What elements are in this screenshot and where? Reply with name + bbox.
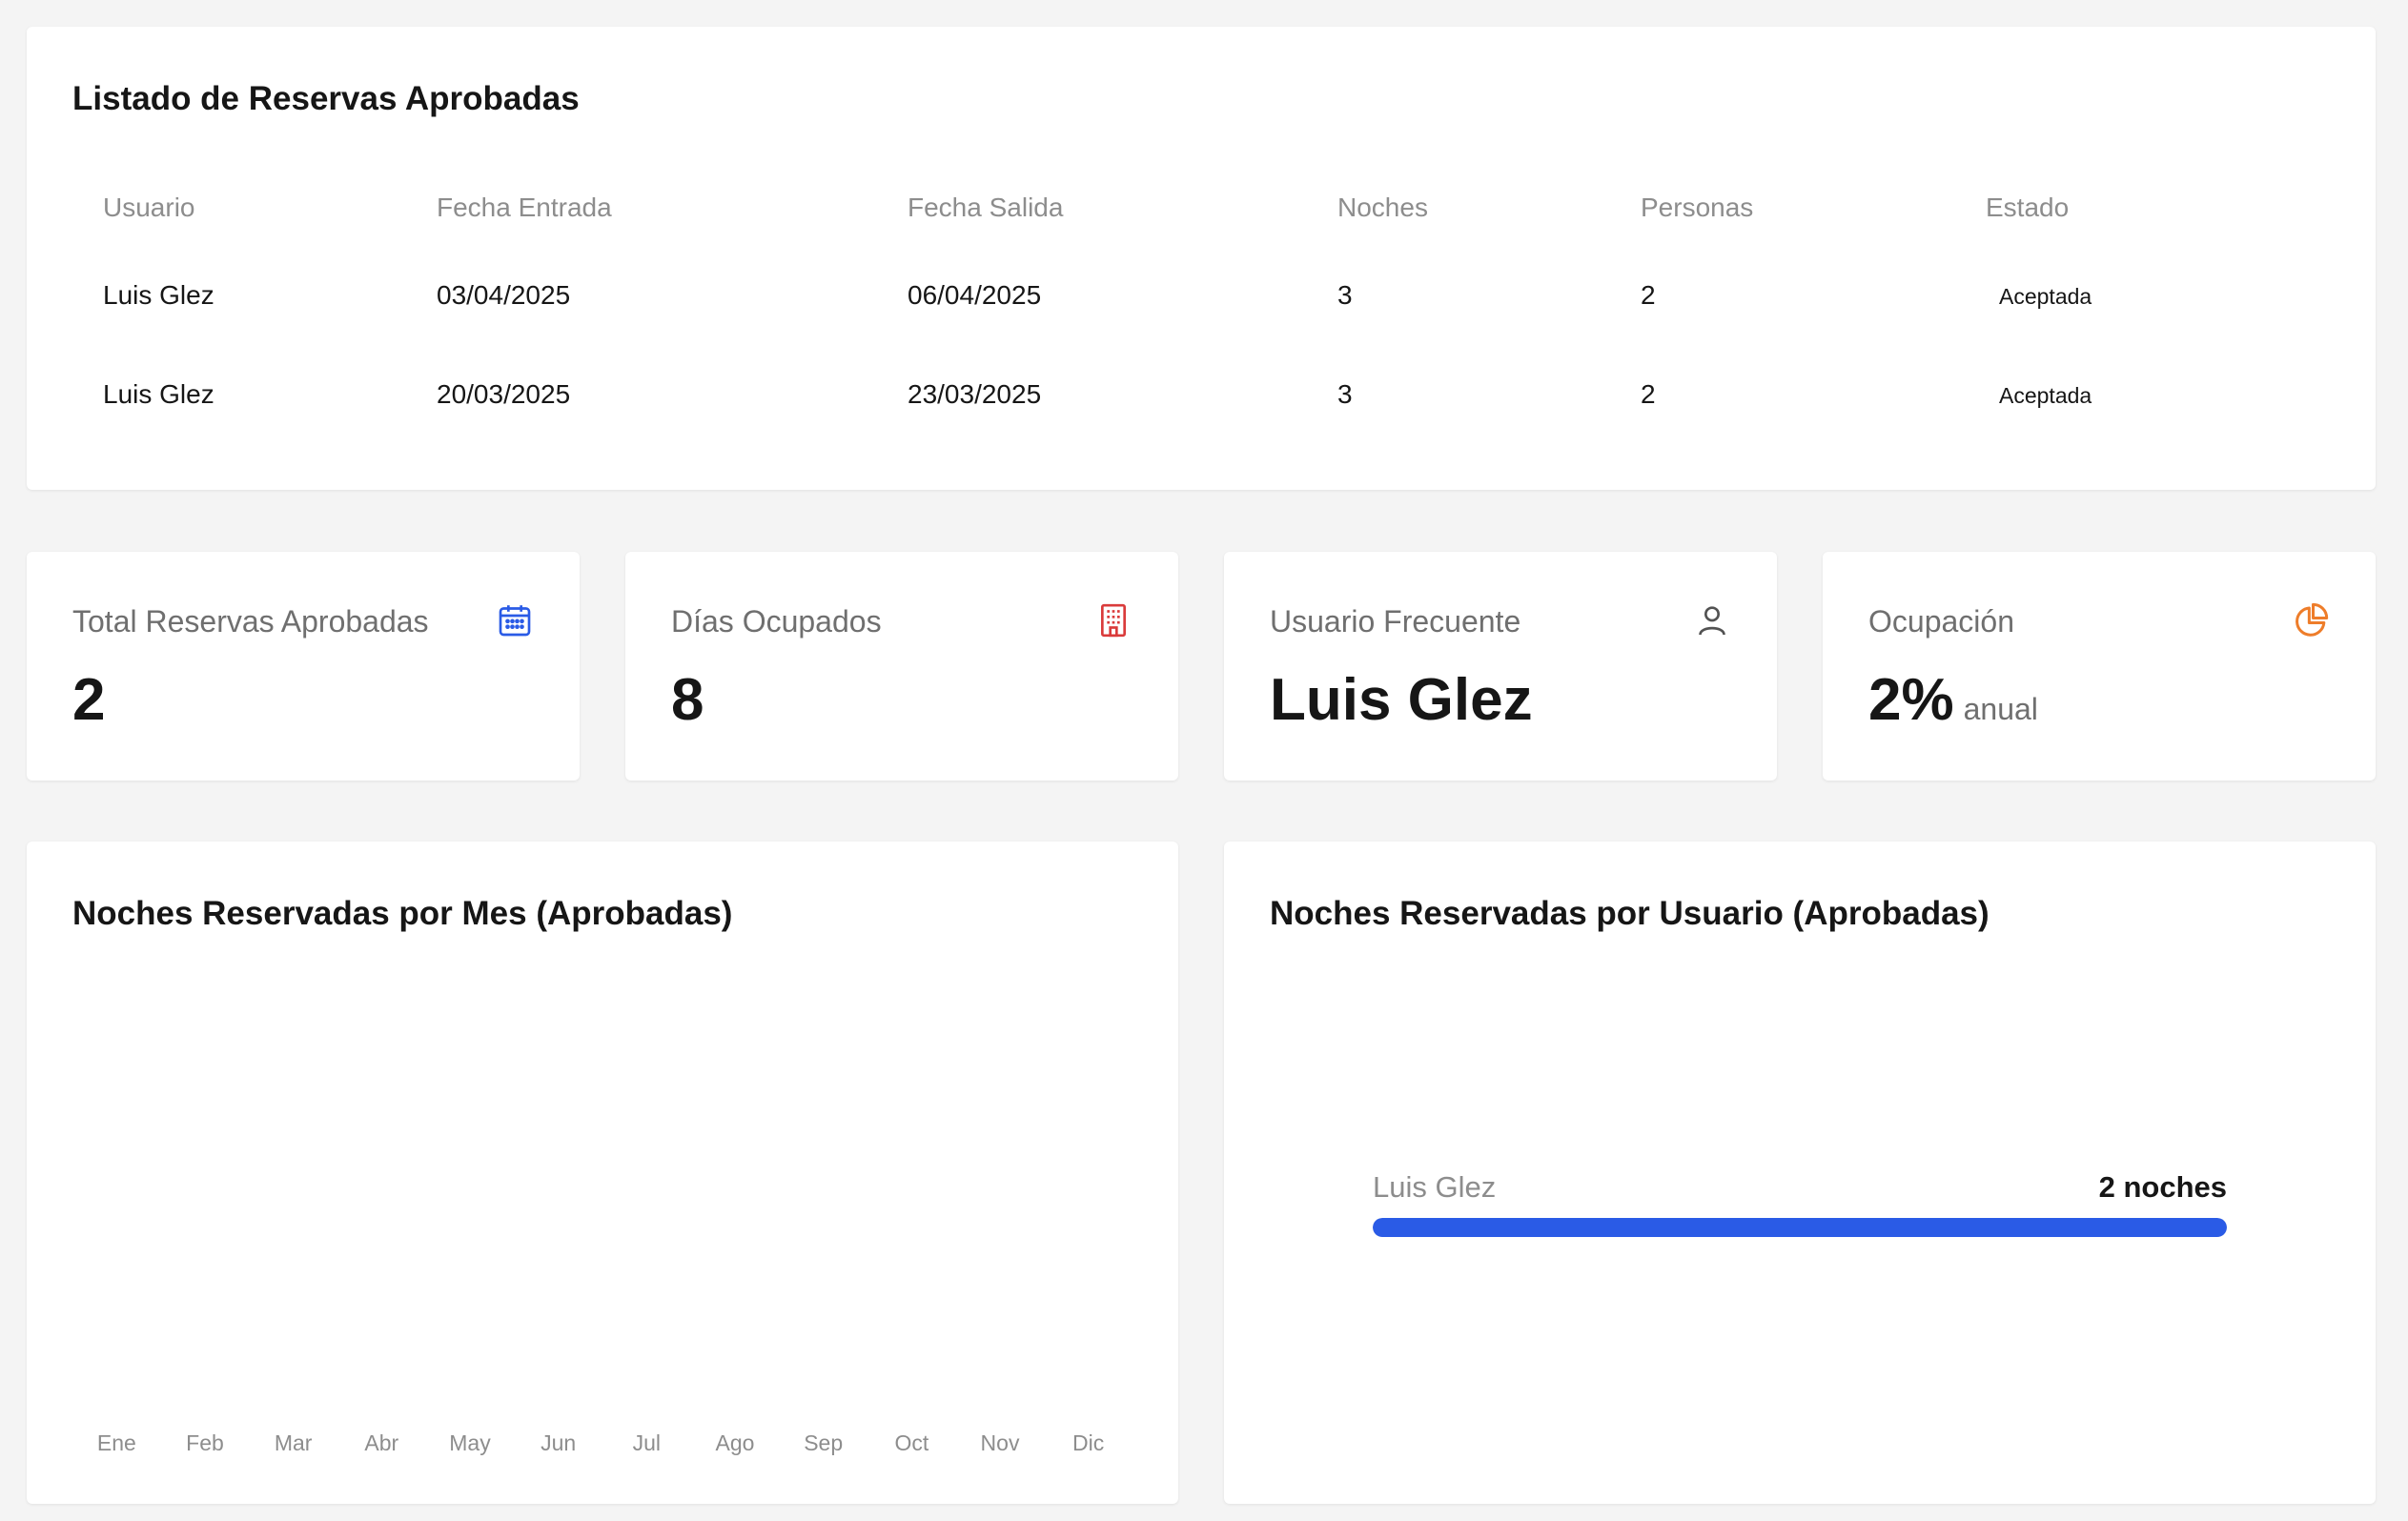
status-badge: Aceptada [1999, 284, 2092, 309]
stat-card-dias-ocupados: Días Ocupados 8 [625, 552, 1178, 781]
cell-estado: Aceptada [1955, 280, 2330, 311]
stat-suffix: anual [1963, 692, 2038, 726]
column-header-fecha-entrada[interactable]: Fecha Entrada [406, 193, 877, 223]
user-bar-label: Luis Glez [1373, 1170, 1497, 1204]
month-tick-label: Jul [632, 1430, 662, 1455]
month-tick-label: Ago [715, 1430, 755, 1455]
month-tick-label: Ene [96, 1430, 136, 1455]
reservations-title: Listado de Reservas Aprobadas [72, 80, 580, 117]
stat-value-number: 2% [1868, 667, 1954, 733]
chart-card-noches-por-usuario: Noches Reservadas por Usuario (Aprobadas… [1224, 842, 2376, 1504]
cell-fecha-entrada: 03/04/2025 [437, 280, 571, 310]
column-header-fecha-salida[interactable]: Fecha Salida [877, 193, 1307, 223]
stat-value: 2% anual [1868, 666, 2038, 734]
user-icon [1693, 601, 1731, 639]
cell-estado: Aceptada [1955, 379, 2330, 410]
pie-chart-icon [2292, 601, 2330, 639]
month-tick-label: Abr [364, 1430, 399, 1455]
chart-title: Noches Reservadas por Usuario (Aprobadas… [1270, 895, 1990, 932]
month-tick-label: Mar [274, 1430, 313, 1455]
user-bar-fill [1373, 1218, 2227, 1237]
stat-label: Ocupación [1868, 604, 2014, 639]
chart-card-noches-por-mes: Noches Reservadas por Mes (Aprobadas) En… [27, 842, 1178, 1504]
reservations-card: Listado de Reservas Aprobadas Usuario Fe… [27, 27, 2376, 490]
cell-fecha-salida: 23/03/2025 [908, 379, 1042, 409]
cell-noches: 3 [1337, 379, 1353, 409]
table-row[interactable]: Luis Glez 20/03/2025 23/03/2025 3 2 Acep… [72, 345, 2330, 444]
column-header-personas[interactable]: Personas [1610, 193, 1955, 223]
cell-personas: 2 [1641, 280, 1656, 310]
cell-personas: 2 [1641, 379, 1656, 409]
reservations-table: Usuario Fecha Entrada Fecha Salida Noche… [72, 170, 2330, 444]
stat-value: Luis Glez [1270, 667, 1533, 733]
month-tick-label: Sep [804, 1430, 844, 1455]
building-icon [1094, 601, 1133, 639]
column-header-noches[interactable]: Noches [1307, 193, 1610, 223]
calendar-icon [496, 601, 534, 639]
user-bar-track [1373, 1218, 2227, 1237]
month-axis: Ene Feb Mar Abr May Jun Jul Ago Sep Oct Nov Dic [72, 1430, 1133, 1469]
user-bar-value: 2 noches [2098, 1170, 2227, 1204]
stat-label: Usuario Frecuente [1270, 604, 1521, 639]
cell-usuario: Luis Glez [103, 280, 214, 310]
column-header-usuario[interactable]: Usuario [72, 193, 406, 223]
table-row[interactable]: Luis Glez 03/04/2025 06/04/2025 3 2 Acep… [72, 246, 2330, 345]
stat-card-ocupacion: Ocupación 2% anual [1823, 552, 2376, 781]
stat-card-total-reservas: Total Reservas Aprobadas 2 [27, 552, 580, 781]
column-header-estado[interactable]: Estado [1955, 193, 2330, 223]
stat-label: Días Ocupados [671, 604, 882, 639]
month-tick-label: Oct [894, 1430, 929, 1455]
cell-noches: 3 [1337, 280, 1353, 310]
month-tick-label: May [449, 1430, 491, 1455]
status-badge: Aceptada [1999, 383, 2092, 408]
chart-title: Noches Reservadas por Mes (Aprobadas) [72, 895, 733, 932]
stat-value: 8 [671, 667, 704, 733]
month-tick-label: Feb [186, 1430, 224, 1455]
month-tick-label: Nov [980, 1430, 1020, 1455]
user-bar: Luis Glez 2 noches [1373, 1170, 2227, 1237]
stat-card-usuario-frecuente: Usuario Frecuente Luis Glez [1224, 552, 1777, 781]
table-header: Usuario Fecha Entrada Fecha Salida Noche… [72, 170, 2330, 246]
month-tick-label: Jun [541, 1430, 577, 1455]
stat-label: Total Reservas Aprobadas [72, 604, 429, 639]
cell-usuario: Luis Glez [103, 379, 214, 409]
month-tick-label: Dic [1072, 1430, 1105, 1455]
stat-value: 2 [72, 667, 106, 733]
cell-fecha-entrada: 20/03/2025 [437, 379, 571, 409]
user-bar-header: Luis Glez 2 noches [1373, 1170, 2227, 1205]
cell-fecha-salida: 06/04/2025 [908, 280, 1042, 310]
